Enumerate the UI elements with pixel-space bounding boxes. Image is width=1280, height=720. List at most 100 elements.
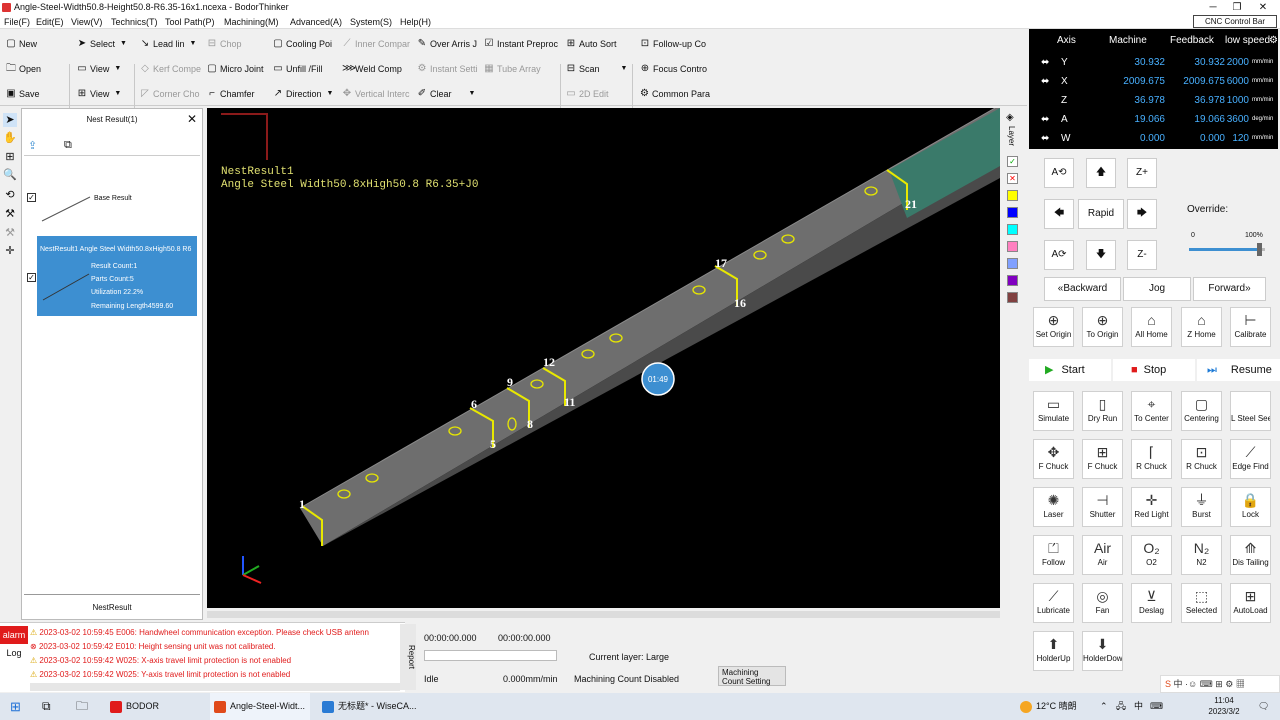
close-icon[interactable]: ✕: [187, 112, 197, 126]
notification-icon[interactable]: 🗨: [1258, 693, 1269, 720]
menu-technics[interactable]: Technics(T): [111, 15, 158, 29]
edge-find-button[interactable]: ⟋ Edge Find: [1230, 439, 1271, 479]
menu-tool-path[interactable]: Tool Path(P): [165, 15, 215, 29]
set-origin-button[interactable]: ⊕ Set Origin: [1033, 307, 1074, 347]
z-minus-button[interactable]: Z-: [1127, 240, 1157, 270]
chamfer-button[interactable]: ⌐ Chamfer: [207, 86, 254, 102]
cooling-point-button[interactable]: ▢ Cooling Poi: [273, 36, 335, 52]
view-button-2[interactable]: ⊞ View ▼: [77, 86, 122, 102]
right-arrow-button[interactable]: 🡆: [1127, 199, 1157, 229]
burst-button[interactable]: ⏚ Burst: [1181, 487, 1222, 527]
layer-swatch-purple[interactable]: [1007, 275, 1018, 286]
layer-swatch-yellow[interactable]: [1007, 190, 1018, 201]
vertical-intercept-button[interactable]: ✥ Vertical Interc: [342, 86, 412, 102]
centering-button[interactable]: ▢ Centering: [1181, 391, 1222, 431]
machining-count-setting-button[interactable]: Machining Count Setting: [718, 666, 786, 686]
fan-button[interactable]: ◎ Fan: [1082, 583, 1123, 623]
forward-button[interactable]: Forward»: [1193, 277, 1266, 301]
autoload-button[interactable]: ⊞ AutoLoad: [1230, 583, 1271, 623]
resume-button[interactable]: ⏭ Resume: [1197, 359, 1280, 381]
pointer-tool-icon[interactable]: ➤: [3, 113, 17, 127]
cnc-control-bar-tab[interactable]: CNC Control Bar: [1193, 15, 1277, 28]
scan-button[interactable]: ⊟ Scan ▼: [566, 61, 628, 77]
red-light-button[interactable]: ✛ Red Light: [1131, 487, 1172, 527]
taskbar-bodor[interactable]: BODOR: [106, 693, 204, 720]
focus-control-button[interactable]: ⊕ Focus Contro: [640, 61, 710, 77]
n2-button[interactable]: N₂ N2: [1181, 535, 1222, 575]
nest-action-icon[interactable]: ⇪: [28, 139, 37, 152]
to-center-button[interactable]: ⌖ To Center: [1131, 391, 1172, 431]
log-tab[interactable]: Log: [0, 644, 28, 662]
chop-button[interactable]: ⊟ Chop: [207, 36, 242, 52]
r-chuck-open-button[interactable]: ⌈ R Chuck: [1131, 439, 1172, 479]
holder-up-button[interactable]: ⬆ HolderUp: [1033, 631, 1074, 671]
link-icon[interactable]: ⬌: [1041, 76, 1049, 87]
unfill-fill-button[interactable]: ▭ Unfill /Fill: [273, 61, 335, 77]
tool-icon[interactable]: ⚒: [3, 207, 17, 221]
menu-machining[interactable]: Machining(M): [224, 15, 279, 29]
f-chuck-close-button[interactable]: ⊞ F Chuck: [1082, 439, 1123, 479]
2d-edit-button[interactable]: ▭ 2D Edit: [566, 86, 608, 102]
dis-tailing-button[interactable]: ⟰ Dis Tailing: [1230, 535, 1271, 575]
ime-mode[interactable]: 中: [1134, 693, 1143, 720]
follow-button[interactable]: ⏍ Follow: [1033, 535, 1074, 575]
laser-button[interactable]: ✺ Laser: [1033, 487, 1074, 527]
common-para-button[interactable]: ⚙ Common Para: [640, 86, 710, 102]
gear-icon[interactable]: ⚙: [1269, 35, 1278, 46]
nest-result-item[interactable]: NestResult1 Angle Steel Width50.8xHigh50…: [37, 236, 197, 316]
windows-start-icon[interactable]: ⊞: [10, 693, 21, 720]
z-plus-button[interactable]: Z+: [1127, 158, 1157, 188]
layer-swatch-cyan[interactable]: [1007, 224, 1018, 235]
rapid-button[interactable]: Rapid: [1078, 199, 1124, 229]
nest-result-checkbox[interactable]: ✓: [27, 273, 36, 282]
air-button[interactable]: Air Air: [1082, 535, 1123, 575]
menu-help[interactable]: Help(H): [400, 15, 431, 29]
view-button-1[interactable]: ▭ View ▼: [77, 61, 121, 77]
f-chuck-open-button[interactable]: ✥ F Chuck: [1033, 439, 1074, 479]
z-home-button[interactable]: ⌂ Z Home: [1181, 307, 1222, 347]
holder-down-button[interactable]: ⬇HolderDown: [1082, 631, 1123, 671]
layer-swatch-brown[interactable]: [1007, 292, 1018, 303]
lock-button[interactable]: 🔒 Lock: [1230, 487, 1271, 527]
tube-array-button[interactable]: ▦ Tube Array: [484, 61, 560, 77]
menu-view[interactable]: View(V): [71, 15, 102, 29]
r-chuck-close-button[interactable]: ⊡ R Chuck: [1181, 439, 1222, 479]
start-button[interactable]: ▶ Start: [1029, 359, 1111, 381]
tool-disabled-icon[interactable]: ⚒: [3, 226, 17, 240]
up-arrow-button[interactable]: 🡅: [1086, 158, 1116, 188]
simulate-button[interactable]: ▭ Simulate: [1033, 391, 1074, 431]
auto-sort-button[interactable]: ⊞ Auto Sort: [566, 36, 617, 52]
taskbar-bodorthinker[interactable]: Angle-Steel-Widt...: [210, 693, 310, 720]
copy-icon[interactable]: ⧉: [64, 139, 72, 152]
override-slider[interactable]: [1189, 243, 1265, 256]
dry-run-button[interactable]: ▯ Dry Run: [1082, 391, 1123, 431]
save-button[interactable]: ▣ Save: [6, 86, 39, 102]
o2-button[interactable]: O₂ O2: [1131, 535, 1172, 575]
report-tab[interactable]: Report: [400, 624, 416, 690]
follow-up-control-button[interactable]: ⊡ Follow-up Co: [640, 36, 710, 52]
menu-file[interactable]: File(F): [4, 15, 30, 29]
direction-button[interactable]: ↗ Direction ▼: [273, 86, 335, 102]
layer-x-swatch[interactable]: ✕: [1007, 173, 1018, 184]
drawing-canvas[interactable]: NestResult1 Angle Steel Width50.8xHigh50…: [207, 108, 1000, 608]
layer-swatch-pink[interactable]: [1007, 241, 1018, 252]
menu-edit[interactable]: Edit(E): [36, 15, 64, 29]
backward-button[interactable]: «Backward: [1044, 277, 1121, 301]
hand-tool-icon[interactable]: ✋: [3, 131, 17, 145]
maximize-icon[interactable]: ❐: [1226, 0, 1248, 15]
all-home-button[interactable]: ⌂ All Home: [1131, 307, 1172, 347]
stop-button[interactable]: ■ Stop: [1113, 359, 1195, 381]
shutter-button[interactable]: ⊣ Shutter: [1082, 487, 1123, 527]
override-slider-thumb[interactable]: [1256, 243, 1262, 256]
clear-button[interactable]: ✐ Clear ▼: [417, 86, 479, 102]
kerf-comp-button[interactable]: ◇ Kerf Compe: [140, 61, 202, 77]
tray-chevron-icon[interactable]: ⌃: [1100, 693, 1108, 720]
new-button[interactable]: ▢ New: [6, 36, 37, 52]
over-arris-button[interactable]: ✎ Over Arris J: [417, 36, 479, 52]
weld-comp-button[interactable]: ⋙ Weld Comp: [342, 61, 412, 77]
link-icon[interactable]: ⬌: [1041, 57, 1049, 68]
layer-swatch-lightblue[interactable]: [1007, 258, 1018, 269]
speed-header[interactable]: low speed: [1225, 35, 1270, 46]
a-ccw-button[interactable]: A⟲: [1044, 158, 1074, 188]
menu-system[interactable]: System(S): [350, 15, 392, 29]
